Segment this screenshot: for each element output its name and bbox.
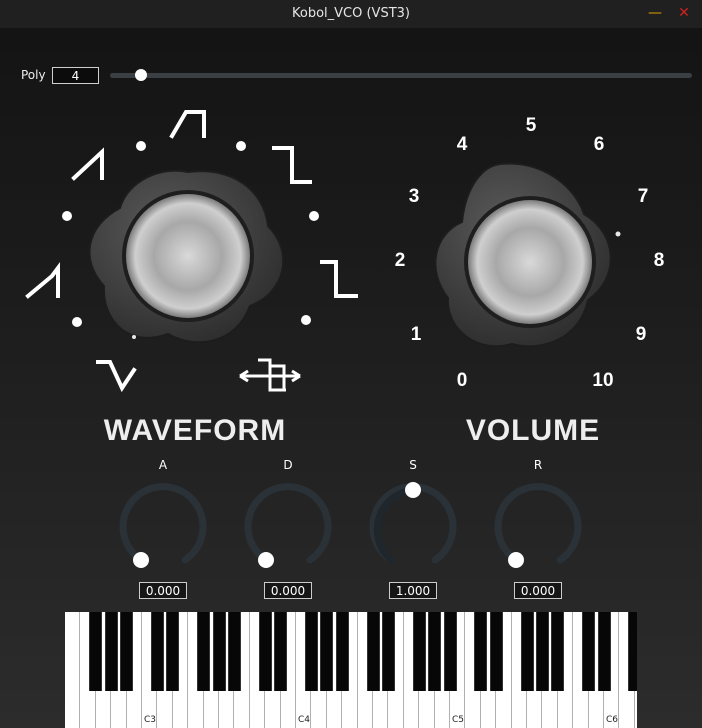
plugin-window: Kobol_VCO (VST3) — ✕ Poly 4 0 1 2 3 4 5 … <box>0 0 702 728</box>
volume-scale-label: 7 <box>638 186 649 207</box>
decay-knob[interactable] <box>238 478 338 574</box>
sawtooth-down-icon <box>25 262 60 299</box>
piano-octave-label: C5 <box>452 715 465 725</box>
piano-black-key[interactable] <box>258 612 272 691</box>
volume-scale-label: 10 <box>592 370 613 391</box>
waveform-dot <box>72 317 82 327</box>
piano-black-key[interactable] <box>335 612 349 691</box>
piano-black-key[interactable] <box>120 612 134 691</box>
waveform-dot <box>309 211 319 221</box>
pwm-icon <box>239 358 301 392</box>
volume-scale-label: 0 <box>457 370 468 391</box>
piano-black-key[interactable] <box>520 612 534 691</box>
release-knob-track <box>494 483 582 564</box>
sustain-value-field[interactable]: 1.000 <box>389 582 437 599</box>
decay-label: D <box>283 458 293 472</box>
square-wide-icon <box>320 260 358 298</box>
attack-knob[interactable] <box>113 478 213 574</box>
volume-knob[interactable] <box>434 162 621 348</box>
release-value-field[interactable]: 0.000 <box>514 582 562 599</box>
piano-black-key[interactable] <box>412 612 426 691</box>
waveform-dot <box>236 141 246 151</box>
piano-white-key[interactable] <box>65 612 81 728</box>
release-knob[interactable] <box>488 478 588 574</box>
piano-black-key[interactable] <box>366 612 380 691</box>
knob-panel: 0 1 2 3 4 5 6 7 8 9 10 WAVEFORM VOLUME <box>25 110 665 445</box>
poly-slider-track[interactable] <box>110 73 692 78</box>
waveform-knob-cap <box>126 194 250 318</box>
piano-black-key[interactable] <box>582 612 596 691</box>
attack-value-field[interactable]: 0.000 <box>139 582 187 599</box>
waveform-knob[interactable] <box>88 169 285 344</box>
waveform-dot <box>301 315 311 325</box>
piano-black-key[interactable] <box>535 612 549 691</box>
volume-scale-label: 4 <box>457 134 468 155</box>
piano-black-key[interactable] <box>274 612 288 691</box>
volume-knob-cap <box>468 200 592 324</box>
piano-black-key[interactable] <box>166 612 180 691</box>
piano-black-key[interactable] <box>212 612 226 691</box>
volume-scale-label: 1 <box>411 324 422 345</box>
piano-black-key[interactable] <box>474 612 488 691</box>
attack-label: A <box>158 458 168 472</box>
piano-black-key[interactable] <box>320 612 334 691</box>
piano-black-key[interactable] <box>489 612 503 691</box>
piano-black-key[interactable] <box>381 612 395 691</box>
close-icon[interactable]: ✕ <box>676 4 692 22</box>
sustain-knob-thumb[interactable] <box>405 482 421 498</box>
piano-black-key[interactable] <box>197 612 211 691</box>
release-knob-thumb[interactable] <box>508 552 524 568</box>
piano-octave-label: C6 <box>606 715 619 725</box>
piano-black-key[interactable] <box>304 612 318 691</box>
waveform-knob-indicator <box>132 335 136 339</box>
sustain-knob[interactable] <box>363 478 463 574</box>
waveform-dot <box>136 141 146 151</box>
piano-black-key[interactable] <box>104 612 118 691</box>
waveform-label: WAVEFORM <box>104 414 286 445</box>
minimize-icon[interactable]: — <box>647 4 663 22</box>
volume-scale-label: 8 <box>654 250 665 271</box>
piano-black-key[interactable] <box>89 612 103 691</box>
piano-octave-label: C3 <box>144 715 157 725</box>
piano-black-key[interactable] <box>428 612 442 691</box>
waveform-dot <box>62 211 72 221</box>
piano-black-key[interactable] <box>150 612 164 691</box>
window-title: Kobol_VCO (VST3) <box>292 6 410 21</box>
piano-black-key[interactable] <box>628 612 637 691</box>
volume-scale-label: 9 <box>636 324 647 345</box>
piano-black-key[interactable] <box>597 612 611 691</box>
piano-keyboard[interactable]: C3 C4 C5 C6 <box>65 612 637 728</box>
poly-value-field[interactable]: 4 <box>52 67 99 84</box>
square-icon <box>272 146 312 184</box>
decay-knob-track <box>244 483 332 564</box>
piano-black-key[interactable] <box>443 612 457 691</box>
attack-knob-track <box>119 483 207 564</box>
poly-label: Poly <box>21 68 46 82</box>
volume-label: VOLUME <box>466 414 600 445</box>
attack-knob-thumb[interactable] <box>133 552 149 568</box>
pulse-icon <box>169 110 206 139</box>
decay-knob-thumb[interactable] <box>258 552 274 568</box>
title-bar: Kobol_VCO (VST3) — ✕ <box>0 0 702 28</box>
volume-scale-label: 2 <box>395 250 406 271</box>
decay-value-field[interactable]: 0.000 <box>264 582 312 599</box>
volume-scale-label: 6 <box>594 134 605 155</box>
poly-slider-thumb[interactable] <box>135 69 147 81</box>
release-label: R <box>533 458 543 472</box>
volume-scale-label: 3 <box>409 186 420 207</box>
piano-black-key[interactable] <box>551 612 565 691</box>
piano-octave-label: C4 <box>298 715 311 725</box>
triangle-icon <box>96 360 137 393</box>
volume-knob-indicator <box>615 231 621 237</box>
piano-black-key[interactable] <box>227 612 241 691</box>
sawtooth-up-icon <box>71 147 104 181</box>
volume-scale-label: 5 <box>526 115 537 136</box>
sustain-label: S <box>409 458 417 472</box>
